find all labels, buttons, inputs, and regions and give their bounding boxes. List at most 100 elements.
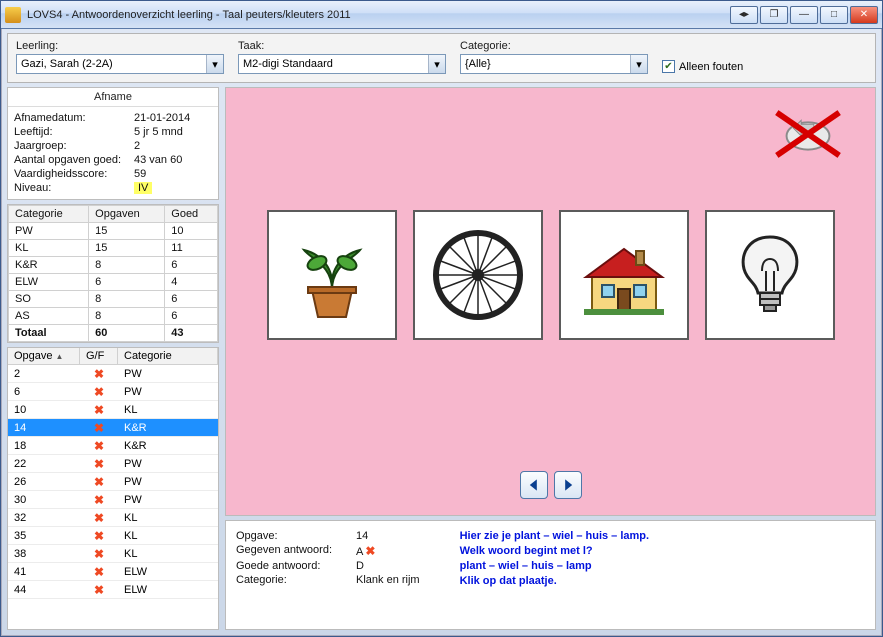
list-item[interactable]: 22✖PW <box>8 455 218 473</box>
list-item[interactable]: 41✖ELW <box>8 563 218 581</box>
prev-button[interactable] <box>520 471 548 499</box>
niveau-label: Niveau: <box>14 182 134 194</box>
minimize-button[interactable]: — <box>790 6 818 24</box>
afname-panel: Afname Afnamedatum:21-01-2014 Leeftijd:5… <box>7 87 219 200</box>
card-huis[interactable] <box>559 210 689 340</box>
categorie-value: {Alle} <box>461 58 630 70</box>
list-item[interactable]: 38✖KL <box>8 545 218 563</box>
categorie-label: Categorie: <box>460 40 648 52</box>
taak-combo[interactable]: M2-digi Standaard ▾ <box>238 54 446 74</box>
aantal-goed-label: Aantal opgaven goed: <box>14 154 134 166</box>
leeftijd-label: Leeftijd: <box>14 126 134 138</box>
dv-gegeven: A✖ <box>356 544 375 558</box>
table-row[interactable]: KL1511 <box>9 240 218 257</box>
maximize-button[interactable]: □ <box>820 6 848 24</box>
table-row[interactable]: K&R86 <box>9 257 218 274</box>
table-row[interactable]: ELW64 <box>9 274 218 291</box>
vaardigheid-label: Vaardigheidsscore: <box>14 168 134 180</box>
content: Leerling: Gazi, Sarah (2-2A) ▾ Taak: M2-… <box>1 29 882 636</box>
wrong-icon: ✖ <box>94 493 104 507</box>
list-item[interactable]: 35✖KL <box>8 527 218 545</box>
list-item[interactable]: 32✖KL <box>8 509 218 527</box>
list-item[interactable]: 26✖PW <box>8 473 218 491</box>
list-item[interactable]: 44✖ELW <box>8 581 218 599</box>
filter-taak: Taak: M2-digi Standaard ▾ <box>238 40 446 74</box>
jaargroep-value: 2 <box>134 140 140 152</box>
chevron-down-icon[interactable]: ▾ <box>428 55 445 73</box>
aantal-goed-value: 43 van 60 <box>134 154 182 166</box>
chevron-down-icon[interactable]: ▾ <box>630 55 647 73</box>
dk-opgave: Opgave: <box>236 530 356 542</box>
app-icon <box>5 7 21 23</box>
leerling-value: Gazi, Sarah (2-2A) <box>17 58 206 70</box>
question-nav <box>226 461 875 515</box>
dv-goede: D <box>356 560 364 572</box>
filter-bar: Leerling: Gazi, Sarah (2-2A) ▾ Taak: M2-… <box>7 33 876 83</box>
close-button[interactable]: ✕ <box>850 6 878 24</box>
th-gf[interactable]: G/F <box>80 348 118 364</box>
jaargroep-label: Jaargroep: <box>14 140 134 152</box>
wrong-icon: ✖ <box>365 544 375 558</box>
app-window: LOVS4 - Antwoordenoverzicht leerling - T… <box>0 0 883 637</box>
win-btn-prev[interactable]: ◂▸ <box>730 6 758 24</box>
dk-categorie: Categorie: <box>236 574 356 586</box>
card-lamp[interactable] <box>705 210 835 340</box>
afnamedatum-value: 21-01-2014 <box>134 112 190 124</box>
plant-icon <box>282 225 382 325</box>
table-row-totaal: Totaal6043 <box>9 325 218 342</box>
titlebar: LOVS4 - Antwoordenoverzicht leerling - T… <box>1 1 882 29</box>
house-icon <box>574 225 674 325</box>
list-item[interactable]: 18✖K&R <box>8 437 218 455</box>
chevron-down-icon[interactable]: ▾ <box>206 55 223 73</box>
afname-rows: Afnamedatum:21-01-2014 Leeftijd:5 jr 5 m… <box>8 107 218 199</box>
th-categorie2[interactable]: Categorie <box>118 348 218 364</box>
win-btn-restore[interactable]: ❐ <box>760 6 788 24</box>
question-area <box>225 87 876 516</box>
detail-fields: Opgave:14 Gegeven antwoord:A✖ Goede antw… <box>236 529 420 621</box>
categorie-combo[interactable]: {Alle} ▾ <box>460 54 648 74</box>
vaardigheid-value: 59 <box>134 168 146 180</box>
table-row[interactable]: AS86 <box>9 308 218 325</box>
wrong-icon: ✖ <box>94 529 104 543</box>
th-categorie[interactable]: Categorie <box>9 206 89 223</box>
prompt-line: Hier zie je plant – wiel – huis – lamp. <box>460 529 650 544</box>
opgave-table-panel: Opgave▲ G/F Categorie 2✖PW6✖PW10✖KL14✖K&… <box>7 347 219 630</box>
afnamedatum-label: Afnamedatum: <box>14 112 134 124</box>
th-goed[interactable]: Goed <box>165 206 218 223</box>
list-item[interactable]: 2✖PW <box>8 365 218 383</box>
wrong-icon: ✖ <box>94 457 104 471</box>
th-opgave[interactable]: Opgave▲ <box>8 348 80 364</box>
prompt-line: plant – wiel – huis – lamp <box>460 559 650 574</box>
dv-opgave: 14 <box>356 530 368 542</box>
wrong-icon: ✖ <box>94 511 104 525</box>
list-item[interactable]: 14✖K&R <box>8 419 218 437</box>
wrong-icon: ✖ <box>94 583 104 597</box>
opgave-head: Opgave▲ G/F Categorie <box>8 348 218 365</box>
dk-gegeven: Gegeven antwoord: <box>236 544 356 558</box>
skip-icon <box>769 106 847 162</box>
table-row[interactable]: PW1510 <box>9 223 218 240</box>
main: Afname Afnamedatum:21-01-2014 Leeftijd:5… <box>7 87 876 630</box>
list-item[interactable]: 10✖KL <box>8 401 218 419</box>
th-opgaven[interactable]: Opgaven <box>89 206 165 223</box>
wrong-icon: ✖ <box>94 475 104 489</box>
opgave-body[interactable]: 2✖PW6✖PW10✖KL14✖K&R18✖K&R22✖PW26✖PW30✖PW… <box>8 365 218 627</box>
table-row[interactable]: SO86 <box>9 291 218 308</box>
leerling-combo[interactable]: Gazi, Sarah (2-2A) ▾ <box>16 54 224 74</box>
card-wiel[interactable] <box>413 210 543 340</box>
dk-goede: Goede antwoord: <box>236 560 356 572</box>
sort-asc-icon: ▲ <box>56 352 64 361</box>
alleen-fouten-checkbox[interactable]: ✔ Alleen fouten <box>662 60 743 73</box>
next-button[interactable] <box>554 471 582 499</box>
list-item[interactable]: 6✖PW <box>8 383 218 401</box>
wrong-icon: ✖ <box>94 421 104 435</box>
category-table-panel: Categorie Opgaven Goed PW1510KL1511K&R86… <box>7 204 219 343</box>
leerling-label: Leerling: <box>16 40 224 52</box>
prompt-line: Welk woord begint met l? <box>460 544 650 559</box>
right-column: Opgave:14 Gegeven antwoord:A✖ Goede antw… <box>225 87 876 630</box>
dv-categorie: Klank en rijm <box>356 574 420 586</box>
prompt-text: Hier zie je plant – wiel – huis – lamp. … <box>460 529 650 621</box>
card-plant[interactable] <box>267 210 397 340</box>
alleen-fouten-label: Alleen fouten <box>679 61 743 73</box>
list-item[interactable]: 30✖PW <box>8 491 218 509</box>
